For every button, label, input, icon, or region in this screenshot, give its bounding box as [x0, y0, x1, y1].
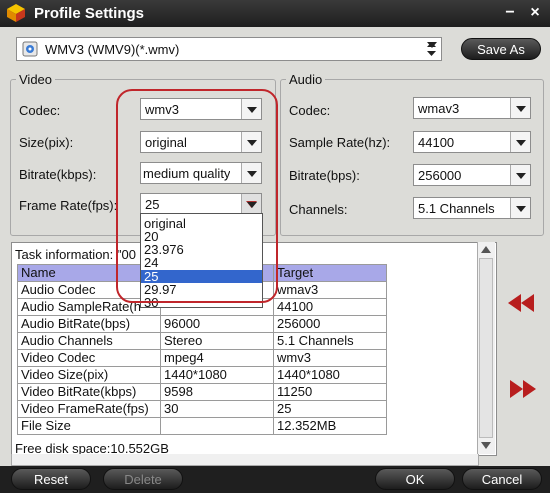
chevron-down-icon[interactable] — [510, 132, 530, 152]
table-cell: 9598 — [160, 383, 274, 401]
horizontal-scrollbar[interactable] — [11, 454, 479, 466]
video-bitrate-value: medium quality — [143, 166, 231, 181]
wmv-format-icon — [22, 41, 38, 57]
scroll-thumb[interactable] — [479, 258, 493, 438]
scroll-up-icon[interactable] — [481, 246, 491, 253]
table-row: Video Size(pix) 1440*1080 1440*1080 — [17, 366, 387, 384]
frame-rate-dropdown-list: original 20 23.976 24 25 29.97 30 — [140, 213, 263, 308]
audio-bitrate-select[interactable]: 256000 — [413, 164, 531, 186]
video-codec-value: wmv3 — [145, 102, 179, 117]
audio-group-title: Audio — [286, 72, 326, 87]
reset-button[interactable]: Reset — [11, 468, 91, 490]
table-row: Audio Channels Stereo 5.1 Channels — [17, 332, 387, 350]
video-size-label: Size(pix): — [19, 135, 74, 150]
table-cell: 5.1 Channels — [273, 332, 387, 350]
ok-button[interactable]: OK — [375, 468, 455, 490]
chevron-down-icon[interactable] — [241, 194, 261, 214]
chevron-down-icon[interactable] — [510, 165, 530, 185]
table-cell: mpeg4 — [160, 349, 274, 367]
minimize-button[interactable]: − — [500, 2, 520, 24]
video-codec-select[interactable]: wmv3 — [140, 98, 262, 120]
dropdown-option[interactable]: 24 — [141, 256, 262, 269]
video-bitrate-label: Bitrate(kbps): — [19, 167, 97, 182]
video-group-title: Video — [16, 72, 56, 87]
audio-channels-label: Channels: — [289, 202, 348, 217]
fast-forward-icon[interactable] — [508, 378, 538, 400]
audio-bitrate-value: 256000 — [418, 168, 462, 183]
table-cell: 12.352MB — [273, 417, 387, 435]
video-codec-label: Codec: — [19, 103, 61, 118]
chevron-down-icon[interactable] — [510, 198, 530, 218]
video-size-value: original — [145, 135, 187, 150]
profile-value: WMV3 (WMV9)(*.wmv) — [45, 42, 180, 57]
chevron-down-icon[interactable] — [241, 99, 261, 119]
table-cell: 1440*1080 — [273, 366, 387, 384]
profile-settings-window: Profile Settings − × WMV3 (WMV9)(*.wmv) … — [0, 0, 550, 493]
title-bar: Profile Settings − × — [0, 0, 550, 27]
table-cell: Video FrameRate(fps) — [17, 400, 161, 418]
dropdown-option[interactable]: 29.97 — [141, 283, 262, 296]
dropdown-option[interactable]: original — [141, 217, 262, 230]
dropdown-option[interactable]: 30 — [141, 296, 262, 307]
table-cell: 11250 — [273, 383, 387, 401]
app-logo-icon — [7, 4, 25, 22]
audio-sample-rate-label: Sample Rate(hz): — [289, 135, 391, 150]
table-row: Video Codec mpeg4 wmv3 — [17, 349, 387, 367]
video-frame-rate-label: Frame Rate(fps): — [19, 198, 118, 213]
chevron-down-icon[interactable] — [241, 132, 261, 152]
video-size-select[interactable]: original — [140, 131, 262, 153]
chevron-down-icon[interactable] — [510, 98, 530, 118]
up-down-arrows-icon[interactable] — [422, 38, 441, 60]
table-cell: Video BitRate(kbps) — [17, 383, 161, 401]
table-row: Video FrameRate(fps) 30 25 — [17, 400, 387, 418]
close-button[interactable]: × — [525, 2, 545, 24]
audio-codec-label: Codec: — [289, 103, 331, 118]
rewind-icon[interactable] — [506, 292, 536, 314]
table-cell — [160, 417, 274, 435]
scroll-down-icon[interactable] — [481, 442, 491, 449]
video-bitrate-select[interactable]: medium quality — [140, 162, 262, 184]
table-cell: Audio Channels — [17, 332, 161, 350]
table-cell: Video Codec — [17, 349, 161, 367]
table-cell: wmv3 — [273, 349, 387, 367]
table-cell: 44100 — [273, 298, 387, 316]
video-frame-rate-select[interactable]: 25 — [140, 193, 262, 215]
table-cell: 96000 — [160, 315, 274, 333]
vertical-scrollbar[interactable] — [477, 242, 495, 454]
table-row: Video BitRate(kbps) 9598 11250 — [17, 383, 387, 401]
table-cell: Stereo — [160, 332, 274, 350]
dropdown-option[interactable]: 23.976 — [141, 243, 262, 256]
save-as-button[interactable]: Save As — [461, 38, 541, 60]
table-cell: File Size — [17, 417, 161, 435]
table-cell: wmav3 — [273, 281, 387, 299]
window-title: Profile Settings — [34, 5, 145, 22]
audio-codec-select[interactable]: wmav3 — [413, 97, 531, 119]
cancel-button[interactable]: Cancel — [462, 468, 542, 490]
chevron-down-icon[interactable] — [241, 163, 261, 183]
table-cell: Audio BitRate(bps) — [17, 315, 161, 333]
audio-channels-select[interactable]: 5.1 Channels — [413, 197, 531, 219]
video-frame-rate-value: 25 — [145, 197, 160, 212]
task-info-label: Task information: "00 — [15, 247, 136, 262]
column-header-target: Target — [273, 264, 387, 282]
table-cell: 1440*1080 — [160, 366, 274, 384]
table-cell: 25 — [273, 400, 387, 418]
table-cell: 256000 — [273, 315, 387, 333]
bottom-bar: Reset Delete OK Cancel — [0, 466, 550, 493]
profile-select[interactable]: WMV3 (WMV9)(*.wmv) — [16, 37, 442, 61]
delete-button[interactable]: Delete — [103, 468, 183, 490]
table-row: Audio BitRate(bps) 96000 256000 — [17, 315, 387, 333]
audio-channels-value: 5.1 Channels — [418, 201, 495, 216]
audio-sample-rate-value: 44100 — [418, 135, 455, 150]
audio-bitrate-label: Bitrate(bps): — [289, 168, 360, 183]
table-cell: Video Size(pix) — [17, 366, 161, 384]
audio-sample-rate-select[interactable]: 44100 — [413, 131, 531, 153]
audio-codec-value: wmav3 — [418, 101, 460, 116]
table-row: File Size 12.352MB — [17, 417, 387, 435]
table-cell: 30 — [160, 400, 274, 418]
